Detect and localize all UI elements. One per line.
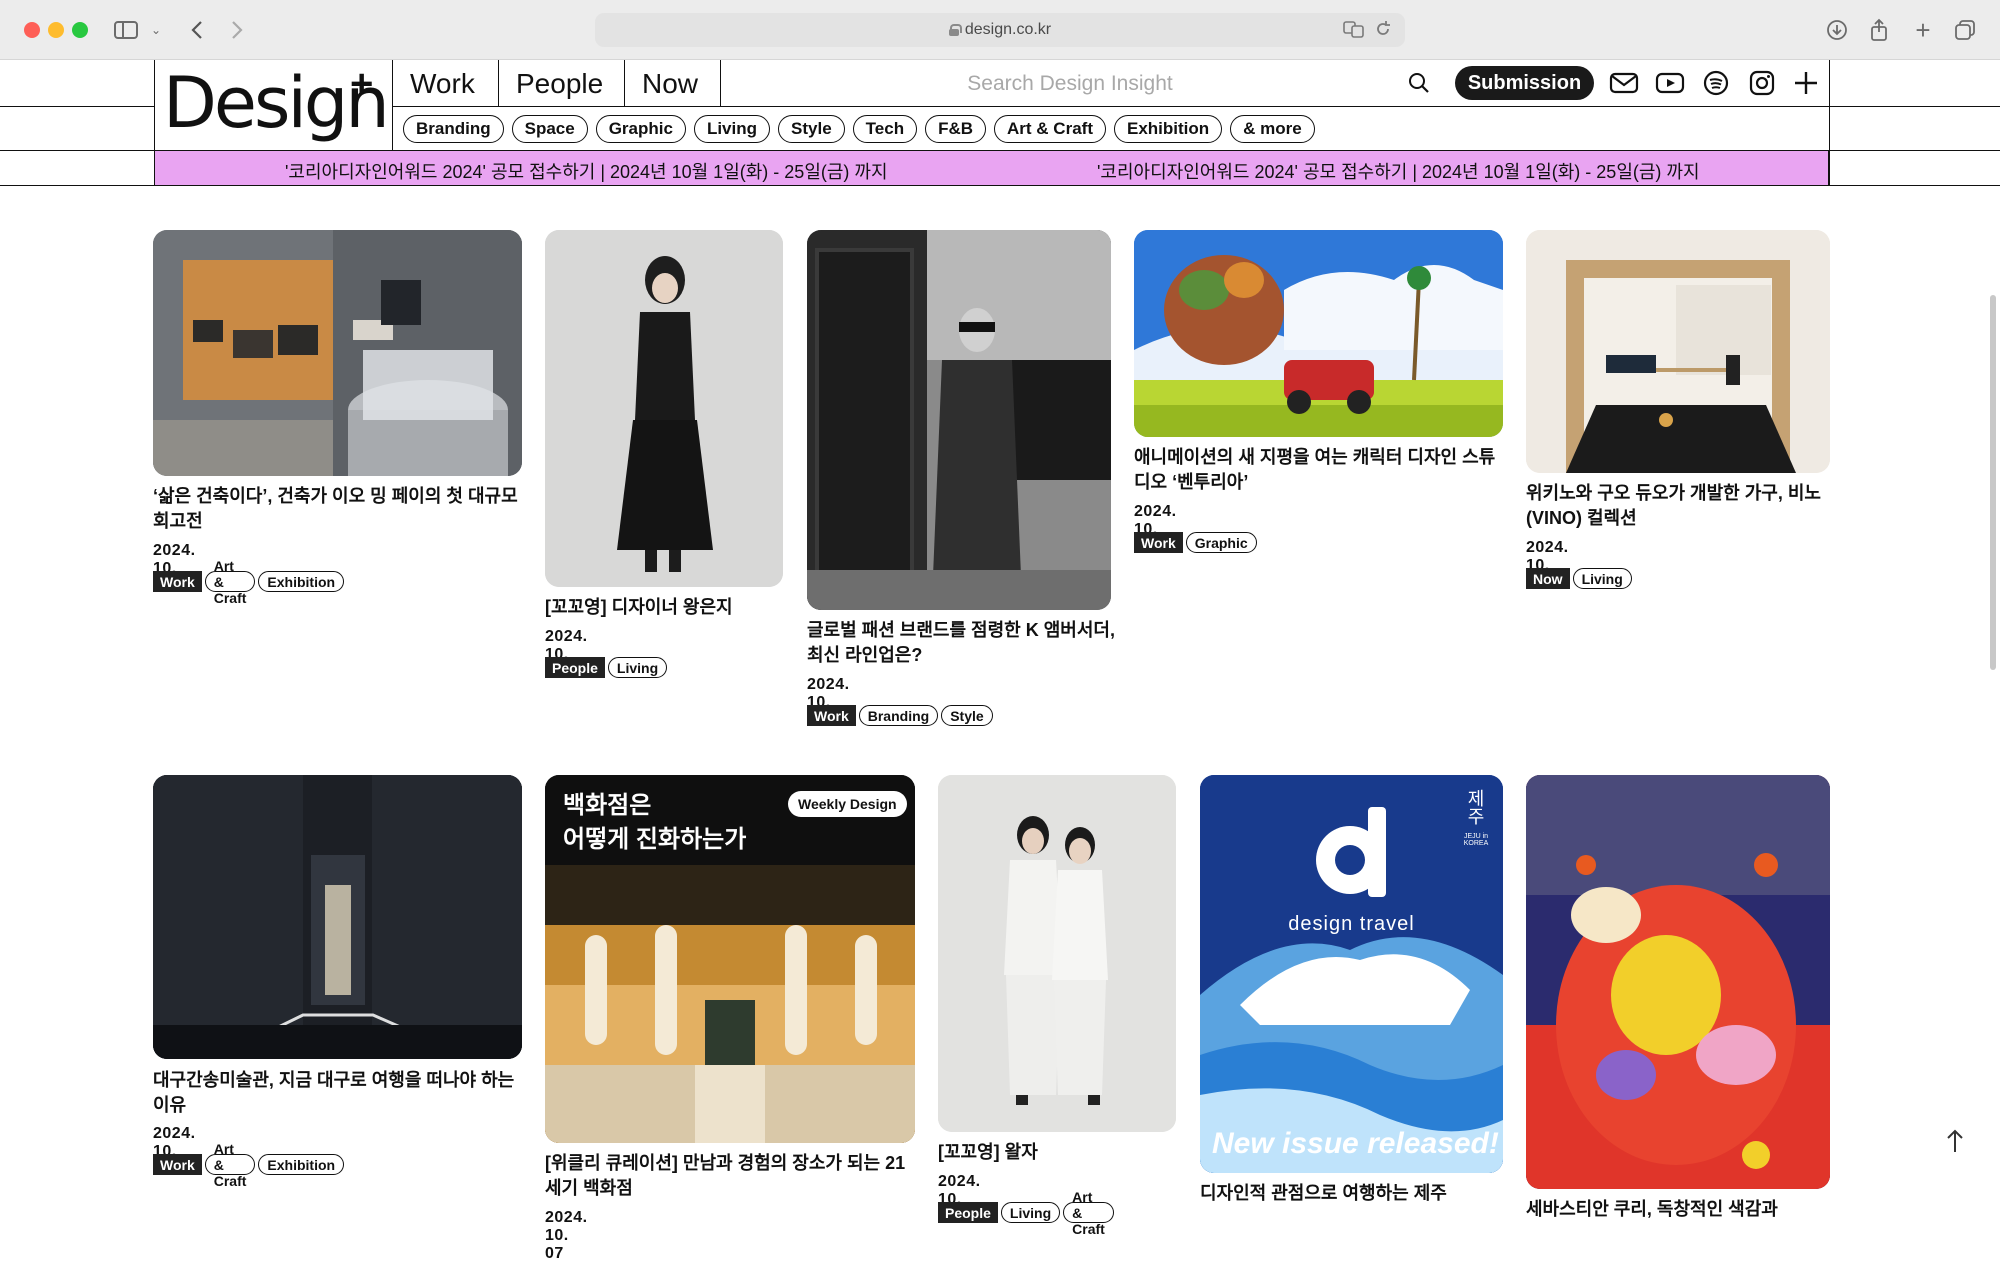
divider xyxy=(392,60,393,150)
thumbnail-brand: design travel xyxy=(1288,913,1415,935)
tag-pill[interactable]: Art & Craft xyxy=(204,1141,256,1189)
article-title[interactable]: ‘삶은 건축이다’, 건축가 이오 밍 페이의 첫 대규모 회고전 xyxy=(153,484,533,534)
youtube-icon[interactable] xyxy=(1654,67,1686,99)
article-thumbnail[interactable] xyxy=(807,230,1111,610)
tag-pill[interactable]: Art & Craft xyxy=(204,558,256,606)
article-title[interactable]: [꼬꼬영] 왈자 xyxy=(938,1140,1188,1165)
section-tag[interactable]: Work xyxy=(153,1154,202,1175)
tag-pill[interactable]: Branding xyxy=(858,705,939,726)
section-tag[interactable]: Work xyxy=(153,571,202,592)
thumbnail-vertical-subtext: JEJU in KOREA xyxy=(1463,833,1489,847)
address-bar[interactable]: design.co.kr xyxy=(595,13,1405,47)
chevron-down-icon[interactable]: ⌄ xyxy=(148,16,164,44)
tag-pill[interactable]: Art & Craft xyxy=(1063,1189,1114,1237)
category-art-craft[interactable]: Art & Craft xyxy=(994,115,1106,143)
article-title[interactable]: 위키노와 구오 듀오가 개발한 가구, 비노(VINO) 컬렉션 xyxy=(1526,481,1826,531)
spotify-icon[interactable] xyxy=(1700,67,1732,99)
minimize-window-button[interactable] xyxy=(48,22,64,38)
article-thumbnail[interactable] xyxy=(545,230,783,587)
category-graphic[interactable]: Graphic xyxy=(595,115,686,143)
thumbnail-tagline: New issue released! xyxy=(1212,1127,1499,1160)
tag-pill[interactable]: Living xyxy=(1000,1202,1061,1223)
tab-overview-icon[interactable] xyxy=(1952,16,1978,44)
article-thumbnail[interactable] xyxy=(1526,775,1830,1189)
page-scrollbar[interactable] xyxy=(1990,295,1996,670)
category-nav: Branding Space Graphic Living Style Tech… xyxy=(403,115,1315,143)
browser-toolbar: ⌄ design.co.kr + xyxy=(0,0,2000,60)
close-window-button[interactable] xyxy=(24,22,40,38)
category-branding[interactable]: Branding xyxy=(403,115,504,143)
category-style[interactable]: Style xyxy=(778,115,845,143)
nav-now[interactable]: Now xyxy=(642,62,698,106)
tag-pill[interactable]: Style xyxy=(941,705,993,726)
translate-icon[interactable] xyxy=(1343,20,1365,43)
article-date: 2024. 10. 07 xyxy=(545,1209,588,1262)
banner-text: '코리아디자인어워드 2024' 공모 접수하기 | 2024년 10월 1일(… xyxy=(285,162,888,182)
category-space[interactable]: Space xyxy=(511,115,588,143)
instagram-icon[interactable] xyxy=(1746,67,1778,99)
article-title[interactable]: 디자인적 관점으로 여행하는 제주 xyxy=(1200,1181,1520,1206)
reload-icon[interactable] xyxy=(1375,20,1391,43)
thumbnail-headline: 백화점은 어떻게 진화하는가 xyxy=(563,792,747,853)
tag-pill[interactable]: Exhibition xyxy=(258,571,345,592)
article-title[interactable]: 애니메이션의 새 지평을 여는 캐릭터 디자인 스튜디오 ‘벤투리아’ xyxy=(1134,445,1509,495)
search-icon[interactable] xyxy=(1408,72,1430,94)
article-title[interactable]: [꼬꼬영] 디자이너 왕은지 xyxy=(545,595,795,620)
divider xyxy=(0,185,2000,186)
nav-people[interactable]: People xyxy=(516,62,603,106)
new-tab-icon[interactable]: + xyxy=(1910,15,1936,45)
article-title[interactable]: 글로벌 패션 브랜드를 점령한 K 앰버서더, 최신 라인업은? xyxy=(807,618,1117,668)
download-icon[interactable] xyxy=(1824,16,1850,44)
divider xyxy=(392,106,1829,107)
share-icon[interactable] xyxy=(1866,16,1892,44)
more-plus-icon[interactable] xyxy=(1790,67,1822,99)
article-thumbnail[interactable] xyxy=(1134,230,1503,437)
tag-pill[interactable]: Graphic xyxy=(1185,532,1257,553)
category-more[interactable]: & more xyxy=(1230,115,1315,143)
category-living[interactable]: Living xyxy=(693,115,771,143)
section-tag[interactable]: People xyxy=(545,657,605,678)
announcement-banner[interactable]: '코리아디자인어워드 2024' 공모 접수하기 | 2024년 10월 1일(… xyxy=(154,151,1829,185)
divider xyxy=(624,60,625,106)
article-thumbnail[interactable]: design travel New issue released! 제주 JEJ… xyxy=(1200,775,1503,1173)
tag-pill[interactable]: Exhibition xyxy=(258,1154,345,1175)
banner-text-repeat: '코리아디자인어워드 2024' 공모 접수하기 | 2024년 10월 1일(… xyxy=(1097,162,1700,182)
article-thumbnail[interactable] xyxy=(938,775,1176,1132)
section-tag[interactable]: Now xyxy=(1526,568,1570,589)
lock-icon xyxy=(948,24,962,36)
article-thumbnail[interactable] xyxy=(153,775,522,1059)
divider xyxy=(1829,60,1830,186)
article-thumbnail[interactable] xyxy=(153,230,522,476)
category-exhibition[interactable]: Exhibition xyxy=(1113,115,1223,143)
article-thumbnail[interactable]: 백화점은 어떻게 진화하는가 Weekly Design xyxy=(545,775,915,1143)
section-tag[interactable]: People xyxy=(938,1202,998,1223)
divider xyxy=(0,106,154,107)
article-thumbnail[interactable] xyxy=(1526,230,1830,473)
article-title[interactable]: 대구간송미술관, 지금 대구로 여행을 떠나야 하는 이유 xyxy=(153,1068,528,1118)
category-tech[interactable]: Tech xyxy=(852,115,918,143)
article-title[interactable]: 세바스티안 쿠리, 독창적인 색감과 xyxy=(1526,1197,1826,1222)
divider xyxy=(1829,106,2000,107)
weekly-design-badge: Weekly Design xyxy=(788,791,907,817)
article-title[interactable]: [위클리 큐레이션] 만남과 경험의 장소가 되는 21세기 백화점 xyxy=(545,1151,920,1201)
section-tag[interactable]: Work xyxy=(1134,532,1183,553)
mail-icon[interactable] xyxy=(1608,67,1640,99)
site-logo-mark: + xyxy=(350,62,374,106)
sidebar-toggle-icon[interactable] xyxy=(112,16,140,44)
submission-button[interactable]: Submission xyxy=(1455,66,1594,100)
tag-pill[interactable]: Living xyxy=(607,657,668,678)
scroll-to-top-icon[interactable] xyxy=(1945,1128,1965,1161)
forward-icon[interactable] xyxy=(226,16,248,44)
section-tag[interactable]: Work xyxy=(807,705,856,726)
nav-work[interactable]: Work xyxy=(410,62,475,106)
search-input[interactable]: Search Design Insight xyxy=(720,62,1420,106)
thumbnail-vertical-text: 제주 xyxy=(1465,789,1485,825)
tag-pill[interactable]: Living xyxy=(1572,568,1632,589)
url-text: design.co.kr xyxy=(964,21,1052,38)
back-icon[interactable] xyxy=(186,16,208,44)
zoom-window-button[interactable] xyxy=(72,22,88,38)
divider xyxy=(498,60,499,106)
category-fnb[interactable]: F&B xyxy=(925,115,987,143)
